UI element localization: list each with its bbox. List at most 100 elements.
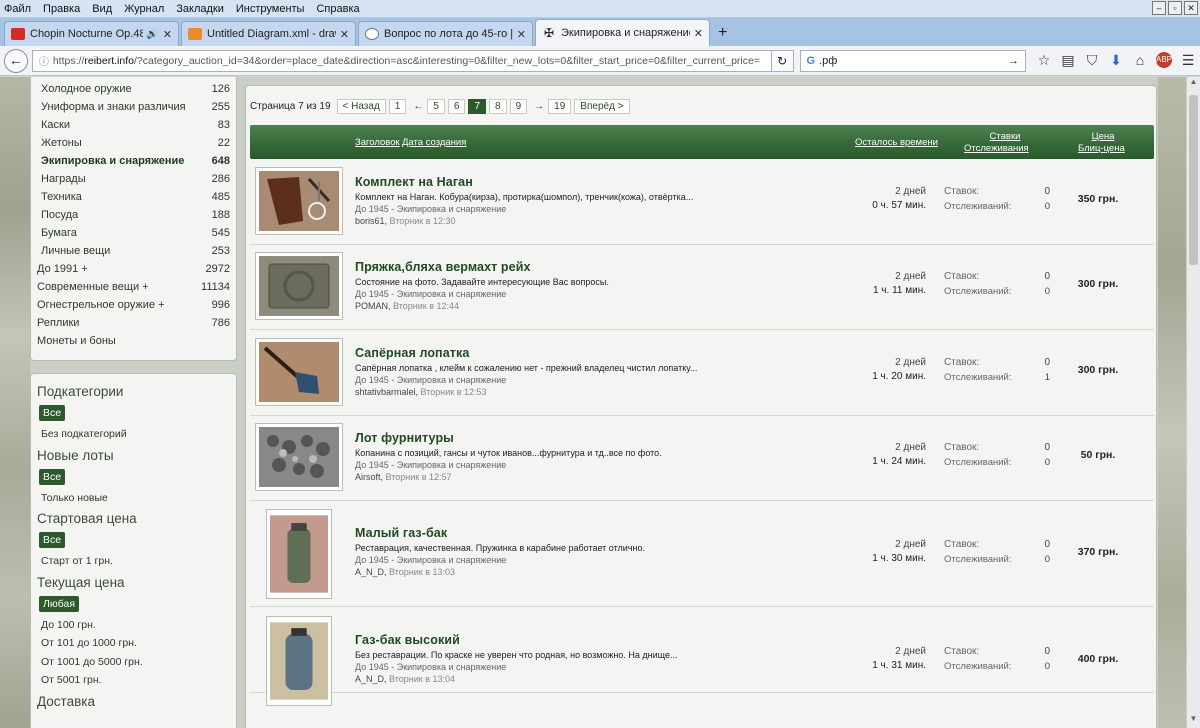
lot-title-link[interactable]: Комплект на Наган: [355, 175, 473, 189]
tab-chopin[interactable]: Chopin Nocturne Op.48 N... 🔊 ✕: [4, 21, 179, 46]
tab-equipment[interactable]: ✠ Экипировка и снаряжение |... ✕: [535, 19, 710, 46]
reload-button[interactable]: ↻: [771, 49, 794, 72]
minimize-button[interactable]: –: [1152, 1, 1166, 15]
menu-help[interactable]: Справка: [316, 3, 359, 15]
filter-start-from-1[interactable]: Старт от 1 грн.: [37, 552, 230, 571]
lot-thumbnail[interactable]: [266, 509, 332, 599]
menu-icon[interactable]: ☰: [1180, 52, 1196, 69]
filter-newlots-all[interactable]: Все: [39, 468, 66, 485]
category-item[interactable]: Бумага 545: [37, 224, 230, 242]
page-8-button[interactable]: 8: [489, 99, 507, 114]
lot-thumbnail[interactable]: [255, 252, 343, 320]
tab-question[interactable]: Вопрос по лота до 45-го | R... ✕: [358, 21, 533, 46]
prev-page-button[interactable]: < Назад: [336, 99, 386, 114]
lot-category-link[interactable]: До 1945 - Экипировка и снаряжение: [355, 375, 506, 385]
home-icon[interactable]: ⌂: [1132, 52, 1148, 69]
bookmark-star-icon[interactable]: ☆: [1036, 52, 1052, 69]
next-page-button[interactable]: Вперёд >: [574, 99, 630, 114]
category-item[interactable]: Каски 83: [37, 116, 230, 134]
menu-file[interactable]: Файл: [4, 3, 31, 15]
search-input[interactable]: G .рф →: [799, 49, 1026, 72]
back-button[interactable]: ←: [4, 48, 28, 73]
filter-price-up-to-100[interactable]: До 100 грн.: [37, 616, 230, 635]
lot-title-link[interactable]: Пряжка,бляха вермахт рейх: [355, 260, 531, 274]
new-tab-button[interactable]: +: [712, 24, 733, 46]
menu-bookmarks[interactable]: Закладки: [176, 3, 224, 15]
lot-thumbnail[interactable]: [255, 338, 343, 406]
page-9-button[interactable]: 9: [509, 99, 528, 114]
category-item[interactable]: Жетоны 22: [37, 134, 230, 152]
sort-time-left-link[interactable]: Осталось времени: [855, 137, 938, 148]
filter-startprice-all[interactable]: Все: [39, 532, 66, 548]
sort-blitz-price-link[interactable]: Блиц-цена: [1078, 143, 1125, 154]
reading-list-icon[interactable]: ▤: [1060, 52, 1076, 69]
scroll-up-icon[interactable]: ▲: [1187, 77, 1200, 91]
category-item[interactable]: Реплики 786: [37, 314, 230, 332]
scroll-thumb[interactable]: [1189, 95, 1198, 265]
lot-seller-link[interactable]: shtativbarmalei: [355, 387, 416, 397]
filter-price-from-5001[interactable]: От 5001 грн.: [37, 671, 230, 690]
lot-thumbnail[interactable]: [255, 423, 343, 491]
scroll-down-icon[interactable]: ▼: [1187, 714, 1200, 728]
vertical-scrollbar[interactable]: ▲ ▼: [1186, 77, 1200, 728]
category-item[interactable]: Техника 485: [37, 188, 230, 206]
lot-thumbnail[interactable]: [255, 167, 343, 235]
lot-seller-link[interactable]: POMAN: [355, 301, 388, 311]
adblock-icon[interactable]: ABP: [1156, 52, 1172, 68]
page-6-button[interactable]: 6: [447, 99, 466, 114]
category-item[interactable]: До 1991 + 2972: [37, 260, 230, 278]
page-jump-forward-icon[interactable]: →: [534, 101, 544, 112]
category-item[interactable]: Награды 286: [37, 170, 230, 188]
close-icon[interactable]: ✕: [163, 28, 172, 41]
close-icon[interactable]: ✕: [517, 28, 526, 41]
category-item[interactable]: Униформа и знаки различия 255: [37, 98, 230, 116]
close-icon[interactable]: ✕: [340, 28, 349, 41]
tab-drawio[interactable]: Untitled Diagram.xml - draw.io ✕: [181, 21, 356, 46]
page-1-button[interactable]: 1: [388, 99, 407, 114]
speaker-icon[interactable]: 🔊: [146, 29, 158, 40]
filter-subcategories-all[interactable]: Все: [39, 405, 66, 421]
category-item[interactable]: Холодное оружие 126: [37, 80, 230, 98]
sort-price-link[interactable]: Цена: [1088, 131, 1118, 142]
page-19-button[interactable]: 19: [548, 99, 572, 114]
filter-price-1001-5000[interactable]: От 1001 до 5000 грн.: [37, 653, 230, 672]
page-jump-back-icon[interactable]: ←: [413, 101, 423, 112]
lot-category-link[interactable]: До 1945 - Экипировка и снаряжение: [355, 289, 506, 299]
close-icon[interactable]: ✕: [694, 27, 703, 40]
lot-title-link[interactable]: Газ-бак высокий: [355, 633, 460, 647]
menu-view[interactable]: Вид: [92, 3, 112, 15]
lot-seller-link[interactable]: Airsoft: [355, 472, 381, 482]
category-item[interactable]: Экипировка и снаряжение 648: [37, 152, 230, 170]
lot-title-link[interactable]: Лот фурнитуры: [355, 431, 454, 445]
menu-tools[interactable]: Инструменты: [236, 3, 305, 15]
menu-history[interactable]: Журнал: [124, 3, 164, 15]
category-item[interactable]: Посуда 188: [37, 206, 230, 224]
lot-category-link[interactable]: До 1945 - Экипировка и снаряжение: [355, 555, 506, 565]
filter-currentprice-any[interactable]: Любая: [39, 595, 80, 612]
address-bar[interactable]: ⓘ https://reibert.info/?category_auction…: [31, 49, 772, 72]
lot-category-link[interactable]: До 1945 - Экипировка и снаряжение: [355, 460, 506, 470]
filter-only-new[interactable]: Только новые: [37, 489, 230, 508]
category-item[interactable]: Личные вещи 253: [37, 242, 230, 260]
lot-title-link[interactable]: Малый газ-бак: [355, 526, 447, 540]
filter-price-101-1000[interactable]: От 101 до 1000 грн.: [37, 634, 230, 653]
info-icon[interactable]: ⓘ: [39, 53, 49, 68]
filter-no-subcategories[interactable]: Без подкатегорий: [37, 425, 230, 444]
lot-thumbnail[interactable]: [266, 616, 332, 706]
download-icon[interactable]: ⬇: [1108, 52, 1124, 69]
lot-seller-link[interactable]: A_N_D: [355, 674, 384, 684]
sort-bids-link[interactable]: Ставки: [980, 131, 1030, 142]
category-item[interactable]: Огнестрельное оружие + 996: [37, 296, 230, 314]
go-arrow-icon[interactable]: →: [1008, 55, 1019, 67]
sort-date-link[interactable]: Дата создания: [402, 137, 466, 148]
sort-watches-link[interactable]: Отслеживания: [964, 143, 1029, 154]
maximize-button[interactable]: ▫: [1168, 1, 1182, 15]
menu-edit[interactable]: Правка: [43, 3, 80, 15]
lot-title-link[interactable]: Сапёрная лопатка: [355, 346, 469, 360]
category-item[interactable]: Современные вещи + 11134: [37, 278, 230, 296]
lot-category-link[interactable]: До 1945 - Экипировка и снаряжение: [355, 204, 506, 214]
close-window-button[interactable]: ✕: [1184, 1, 1198, 15]
lot-seller-link[interactable]: A_N_D: [355, 567, 384, 577]
page-5-button[interactable]: 5: [427, 99, 445, 114]
sort-title-link[interactable]: Заголовок: [355, 137, 400, 148]
